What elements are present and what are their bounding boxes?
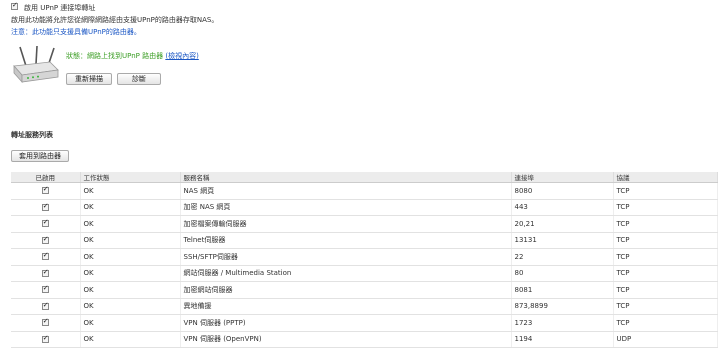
rescan-button[interactable]: 重新掃描	[66, 73, 112, 85]
row-enabled-checkbox[interactable]	[41, 268, 49, 277]
enable-upnp-label: 啟用 UPnP 連接埠轉址	[24, 4, 96, 12]
row-enabled-checkbox[interactable]	[41, 301, 49, 310]
enabled-cell	[11, 298, 81, 315]
table-row: OK加密 NAS 網頁443TCP	[11, 199, 718, 216]
port-cell: 1723	[511, 314, 614, 332]
details-link[interactable]: (檢視內容)	[165, 52, 198, 60]
table-header-row: 已啟用 工作狀態 服務名稱 連接埠 協議	[11, 172, 718, 183]
enabled-cell	[11, 265, 81, 282]
protocol-cell: TCP	[613, 215, 718, 233]
row-enabled-checkbox[interactable]	[41, 334, 49, 343]
protocol-cell: UDP	[613, 331, 718, 348]
enabled-cell	[11, 215, 81, 233]
port-cell: 1194	[511, 331, 614, 348]
col-port-header: 連接埠	[511, 172, 614, 183]
status-cell: OK	[80, 215, 181, 233]
protocol-cell: TCP	[613, 232, 718, 249]
table-row: OKVPN 伺服器 (OpenVPN)1194UDP	[11, 331, 718, 348]
service-cell: Telnet伺服器	[180, 232, 512, 249]
row-enabled-checkbox[interactable]	[41, 317, 49, 327]
protocol-cell: TCP	[613, 298, 718, 315]
port-cell: 873,8899	[511, 298, 614, 315]
enabled-cell	[11, 248, 81, 266]
status-cell: OK	[80, 265, 181, 282]
enabled-cell	[11, 331, 81, 348]
table-row: OK加密檔案傳輸伺服器20,21TCP	[11, 215, 718, 233]
row-enabled-checkbox[interactable]	[41, 185, 49, 195]
table-row: OKSSH/SFTP伺服器22TCP	[11, 248, 718, 266]
section-title: 轉址服務列表	[11, 131, 53, 139]
row-enabled-checkbox[interactable]	[41, 284, 49, 294]
protocol-cell: TCP	[613, 248, 718, 266]
col-protocol-header: 協議	[613, 172, 718, 183]
service-cell: SSH/SFTP伺服器	[180, 248, 512, 266]
enabled-cell	[11, 182, 81, 200]
row-enabled-checkbox[interactable]	[41, 251, 49, 261]
protocol-cell: TCP	[613, 199, 718, 216]
status-cell: OK	[80, 248, 181, 266]
router-icon	[13, 45, 59, 84]
status-cell: OK	[80, 298, 181, 315]
protocol-cell: TCP	[613, 314, 718, 332]
row-enabled-checkbox[interactable]	[41, 202, 49, 211]
row-enabled-checkbox[interactable]	[41, 218, 49, 228]
service-cell: 異地備援	[180, 298, 512, 315]
apply-to-router-button[interactable]: 套用到路由器	[11, 150, 69, 162]
status-cell: OK	[80, 199, 181, 216]
table-row: OKNAS 網頁8080TCP	[11, 182, 718, 200]
protocol-cell: TCP	[613, 265, 718, 282]
col-service-header: 服務名稱	[180, 172, 512, 183]
enable-upnp-checkbox[interactable]	[11, 1, 18, 10]
port-cell: 22	[511, 248, 614, 266]
service-cell: 加密網站伺服器	[180, 281, 512, 299]
table-row: OK異地備援873,8899TCP	[11, 298, 718, 315]
enabled-cell	[11, 232, 81, 249]
port-cell: 8080	[511, 182, 614, 200]
status-cell: OK	[80, 232, 181, 249]
status-prefix: 狀態：	[66, 52, 87, 60]
protocol-cell: TCP	[613, 182, 718, 200]
table-row: OKVPN 伺服器 (PPTP)1723TCP	[11, 314, 718, 332]
port-cell: 8081	[511, 281, 614, 299]
service-cell: VPN 伺服器 (OpenVPN)	[180, 331, 512, 348]
status-cell: OK	[80, 314, 181, 332]
port-cell: 20,21	[511, 215, 614, 233]
enabled-cell	[11, 199, 81, 216]
status-cell: OK	[80, 331, 181, 348]
table-row: OKTelnet伺服器13131TCP	[11, 232, 718, 249]
port-cell: 443	[511, 199, 614, 216]
protocol-cell: TCP	[613, 281, 718, 299]
upnp-note: 注意：此功能只支援具備UPnP的路由器。	[11, 28, 141, 36]
status-cell: OK	[80, 182, 181, 200]
service-cell: 網站伺服器 / Multimedia Station	[180, 265, 512, 282]
table-row: OK加密網站伺服器8081TCP	[11, 281, 718, 299]
diagnose-button[interactable]: 診斷	[117, 73, 161, 85]
col-enabled-header: 已啟用	[11, 172, 81, 183]
port-cell: 80	[511, 265, 614, 282]
status-cell: OK	[80, 281, 181, 299]
forwarding-table: 已啟用 工作狀態 服務名稱 連接埠 協議 OKNAS 網頁8080TCPOK加密…	[11, 172, 718, 348]
upnp-description: 啟用此功能將允許您從網際網路經由支援UPnP的路由器存取NAS。	[11, 16, 219, 24]
enabled-cell	[11, 314, 81, 332]
port-cell: 13131	[511, 232, 614, 249]
col-status-header: 工作狀態	[80, 172, 181, 183]
status-text: 網路上找到UPnP 路由器	[87, 52, 164, 60]
table-row: OK網站伺服器 / Multimedia Station80TCP	[11, 265, 718, 282]
service-cell: 加密 NAS 網頁	[180, 199, 512, 216]
enabled-cell	[11, 281, 81, 299]
router-status: 狀態：網路上找到UPnP 路由器 (檢視內容)	[66, 51, 199, 61]
service-cell: NAS 網頁	[180, 182, 512, 200]
service-cell: VPN 伺服器 (PPTP)	[180, 314, 512, 332]
service-cell: 加密檔案傳輸伺服器	[180, 215, 512, 233]
row-enabled-checkbox[interactable]	[41, 235, 49, 244]
